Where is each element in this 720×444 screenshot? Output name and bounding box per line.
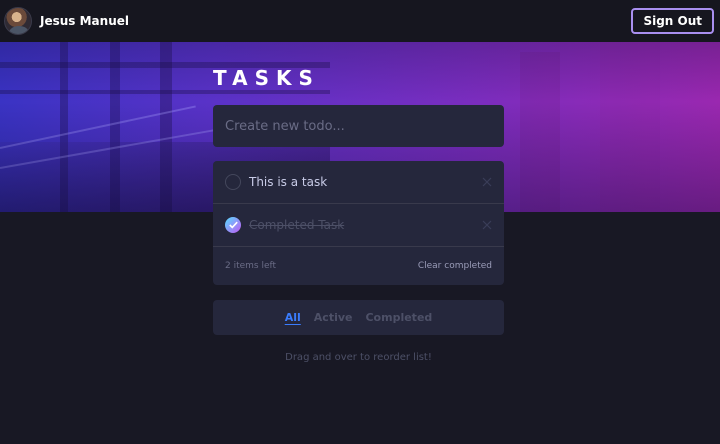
filter-bar: All Active Completed [213, 300, 504, 335]
todo-text: Completed Task [249, 218, 345, 232]
todo-list: This is a task Completed Task 2 items le… [213, 161, 504, 285]
cross-icon[interactable] [482, 220, 492, 230]
sign-out-button[interactable]: Sign Out [631, 8, 714, 34]
avatar [4, 7, 32, 35]
filter-all[interactable]: All [285, 311, 301, 324]
user-info: Jesus Manuel [4, 7, 129, 35]
list-footer: 2 items left Clear completed [213, 247, 504, 285]
clear-completed-button[interactable]: Clear completed [418, 261, 492, 271]
user-name: Jesus Manuel [40, 14, 129, 28]
reorder-hint: Drag and over to reorder list! [285, 352, 432, 363]
checkbox[interactable] [225, 174, 241, 190]
page-title: TASKS [213, 66, 320, 90]
cross-icon[interactable] [482, 177, 492, 187]
todo-text: This is a task [249, 175, 328, 189]
new-todo-box [213, 105, 504, 147]
filter-completed[interactable]: Completed [365, 311, 432, 324]
filter-active[interactable]: Active [314, 311, 353, 324]
check-icon [228, 221, 238, 229]
new-todo-input[interactable] [225, 118, 492, 134]
top-bar: Jesus Manuel Sign Out [0, 0, 720, 42]
todo-item[interactable]: This is a task [213, 161, 504, 204]
todo-app: Jesus Manuel Sign Out TASKS This is a ta… [0, 0, 720, 444]
items-left-count: 2 items left [225, 261, 277, 271]
todo-item[interactable]: Completed Task [213, 204, 504, 247]
checkbox-checked[interactable] [225, 217, 241, 233]
